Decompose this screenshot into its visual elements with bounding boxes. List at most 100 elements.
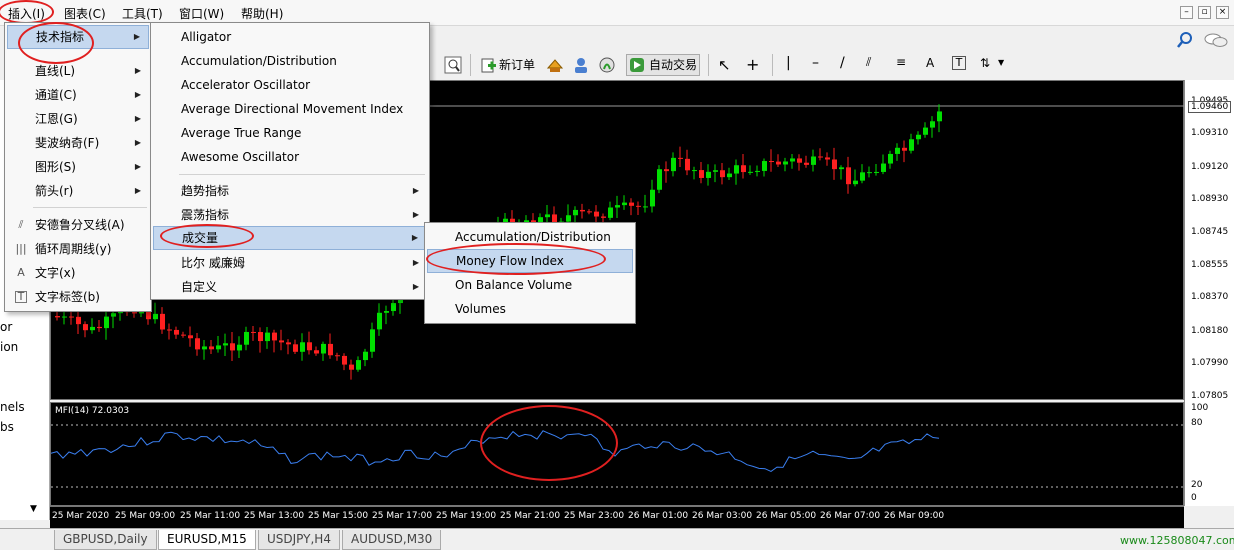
bear-candle bbox=[825, 157, 830, 160]
tab-audusd-m30[interactable]: AUDUSD,M30 bbox=[342, 530, 442, 550]
menu-item-label: 图形(S) bbox=[35, 160, 76, 174]
minimize-button[interactable]: – bbox=[1180, 6, 1193, 19]
price-label: 1.07805 bbox=[1191, 391, 1229, 401]
bear-candle bbox=[601, 216, 606, 218]
bear-candle bbox=[160, 313, 165, 330]
channel-icon[interactable]: ⫽ bbox=[866, 55, 884, 73]
time-label: 26 Mar 09:00 bbox=[884, 511, 945, 521]
time-label: 25 Mar 15:00 bbox=[308, 511, 369, 521]
navigator-icon[interactable] bbox=[572, 56, 590, 74]
bull-candle bbox=[790, 158, 795, 162]
menu-item-accelerator-oscillator[interactable]: Accelerator Oscillator bbox=[153, 73, 427, 97]
bull-candle bbox=[545, 214, 550, 218]
bear-candle bbox=[902, 147, 907, 151]
auto-trading-button[interactable]: 自动交易 bbox=[626, 54, 701, 76]
bull-candle bbox=[706, 171, 711, 178]
tab-usdjpy-h4[interactable]: USDJPY,H4 bbox=[258, 530, 340, 550]
menu-item-lines[interactable]: 直线(L) ▶ bbox=[7, 59, 149, 83]
menu-item-awesome-oscillator[interactable]: Awesome Oscillator bbox=[153, 145, 427, 169]
fibonacci-icon[interactable]: ≡ bbox=[896, 55, 914, 73]
indicator-level-label: 80 bbox=[1191, 418, 1203, 428]
vertical-line-icon[interactable]: | bbox=[786, 55, 804, 73]
menu-tools[interactable]: 工具(T) bbox=[122, 5, 163, 22]
menu-window[interactable]: 窗口(W) bbox=[179, 5, 224, 22]
menu-charts[interactable]: 图表(C) bbox=[64, 5, 106, 22]
bull-candle bbox=[90, 326, 95, 331]
menu-item-accumulation-distribution[interactable]: Accumulation/Distribution bbox=[153, 49, 427, 73]
menu-item-trend-indicators[interactable]: 趋势指标 ▶ bbox=[153, 179, 427, 203]
tab-eurusd-m15[interactable]: EURUSD,M15 bbox=[158, 530, 256, 550]
menu-item-label: 自定义 bbox=[181, 280, 218, 294]
close-button[interactable]: × bbox=[1216, 6, 1229, 19]
time-label: 26 Mar 01:00 bbox=[628, 511, 689, 521]
mfi-indicator-window[interactable]: MFI(14) 72.0303 bbox=[50, 402, 1185, 506]
menu-help[interactable]: 帮助(H) bbox=[241, 5, 283, 22]
time-label: 25 Mar 17:00 bbox=[372, 511, 433, 521]
bull-candle bbox=[657, 169, 662, 190]
menu-item-volumes-indicator[interactable]: Volumes bbox=[427, 297, 633, 321]
text-icon[interactable]: A bbox=[926, 56, 944, 74]
menu-item-text-label[interactable]: T 文字标签(b) bbox=[7, 285, 149, 309]
new-order-button[interactable]: 新订单 bbox=[478, 54, 538, 76]
menu-item-channels[interactable]: 通道(C) ▶ bbox=[7, 83, 149, 107]
highlight-circle bbox=[18, 22, 94, 64]
submenu-arrow-icon: ▶ bbox=[134, 138, 141, 147]
menu-item-on-balance-volume[interactable]: On Balance Volume bbox=[427, 273, 633, 297]
arrows-icon[interactable]: ⇅ bbox=[980, 56, 998, 74]
bear-candle bbox=[580, 209, 585, 212]
menu-item-label: On Balance Volume bbox=[455, 278, 573, 292]
chat-icon[interactable] bbox=[1204, 31, 1228, 49]
tab-gbpusd-daily[interactable]: GBPUSD,Daily bbox=[54, 530, 157, 550]
menu-item-bill-williams[interactable]: 比尔 威廉姆 ▶ bbox=[153, 251, 427, 275]
menu-item-atr[interactable]: Average True Range bbox=[153, 121, 427, 145]
scroll-down-icon[interactable]: ▼ bbox=[30, 504, 37, 514]
trendline-icon[interactable]: / bbox=[840, 55, 858, 73]
bear-candle bbox=[342, 355, 347, 365]
bear-candle bbox=[69, 316, 74, 318]
menu-separator bbox=[33, 207, 147, 208]
menu-item-label: Accumulation/Distribution bbox=[181, 54, 337, 68]
toolbar-separator bbox=[772, 54, 773, 76]
time-axis: 25 Mar 2020 25 Mar 09:00 25 Mar 11:00 25… bbox=[50, 506, 1184, 528]
menu-item-alligator[interactable]: Alligator bbox=[153, 25, 427, 49]
chevron-down-icon[interactable]: ▼ bbox=[998, 58, 1016, 76]
market-watch-icon[interactable] bbox=[546, 56, 564, 74]
signals-icon[interactable] bbox=[598, 56, 616, 74]
menu-item-text[interactable]: A 文字(x) bbox=[7, 261, 149, 285]
search-icon[interactable] bbox=[1176, 31, 1194, 49]
submenu-arrow-icon: ▶ bbox=[134, 114, 141, 123]
menu-item-shapes[interactable]: 图形(S) ▶ bbox=[7, 155, 149, 179]
bear-candle bbox=[636, 205, 641, 207]
menu-item-arrows[interactable]: 箭头(r) ▶ bbox=[7, 179, 149, 203]
submenu-arrow-icon: ▶ bbox=[134, 66, 141, 75]
watermark: www.125808047.com bbox=[1120, 534, 1234, 547]
menu-item-gann[interactable]: 江恩(G) ▶ bbox=[7, 107, 149, 131]
bear-candle bbox=[279, 340, 284, 343]
bull-candle bbox=[573, 209, 578, 216]
bull-candle bbox=[391, 303, 396, 312]
menu-separator bbox=[179, 174, 425, 175]
zoom-icon[interactable] bbox=[444, 56, 462, 74]
highlight-circle bbox=[480, 405, 618, 481]
menu-item-custom[interactable]: 自定义 ▶ bbox=[153, 275, 427, 299]
crosshair-icon[interactable]: + bbox=[746, 55, 764, 74]
cursor-icon[interactable]: ↖ bbox=[718, 56, 736, 74]
menu-item-cycle-lines[interactable]: ||| 循环周期线(y) bbox=[7, 237, 149, 261]
bull-candle bbox=[321, 343, 326, 354]
text-label-icon[interactable]: T bbox=[952, 56, 966, 70]
menu-item-fibonacci[interactable]: 斐波纳奇(F) ▶ bbox=[7, 131, 149, 155]
menu-item-oscillators[interactable]: 震荡指标 ▶ bbox=[153, 203, 427, 227]
bull-candle bbox=[930, 121, 935, 128]
bull-candle bbox=[650, 189, 655, 207]
bull-candle bbox=[867, 172, 872, 174]
restore-button[interactable]: ▫ bbox=[1198, 6, 1211, 19]
menu-item-andrews-pitchfork[interactable]: ⫽ 安德鲁分叉线(A) bbox=[7, 213, 149, 237]
horizontal-line-icon[interactable]: – bbox=[812, 55, 830, 73]
submenu-arrow-icon: ▶ bbox=[134, 90, 141, 99]
menu-item-adx[interactable]: Average Directional Movement Index bbox=[153, 97, 427, 121]
new-order-label: 新订单 bbox=[499, 58, 536, 72]
highlight-circle bbox=[426, 243, 606, 275]
submenu-arrow-icon: ▶ bbox=[412, 282, 419, 291]
bull-candle bbox=[811, 156, 816, 165]
bear-candle bbox=[293, 344, 298, 352]
